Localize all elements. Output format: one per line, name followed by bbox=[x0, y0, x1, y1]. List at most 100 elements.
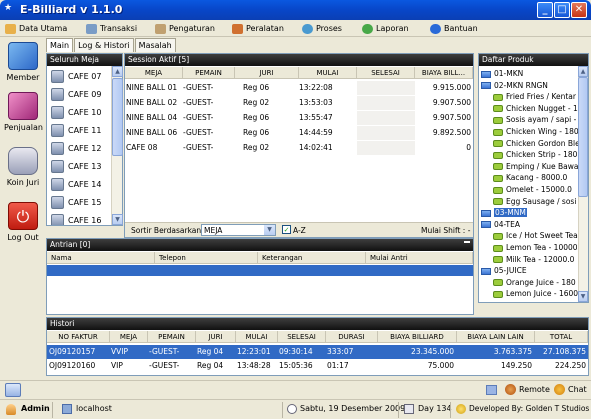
produk-item[interactable]: Chicken Gordon Ble bbox=[493, 138, 580, 150]
produk-item[interactable]: Chicken Wing - 180 bbox=[493, 126, 579, 138]
histori-panel-header: Histori bbox=[47, 318, 588, 330]
sidebar-penjualan-button[interactable]: Penjualan bbox=[4, 92, 43, 132]
session-col-mulai[interactable]: MULAI bbox=[299, 67, 357, 79]
antrian-col-nama[interactable]: Nama bbox=[47, 252, 155, 264]
antrian-col-keterangan[interactable]: Keterangan bbox=[258, 252, 366, 264]
meja-item[interactable]: CAFE 12 bbox=[49, 140, 117, 157]
session-col-meja[interactable]: MEJA bbox=[125, 67, 183, 79]
meja-item[interactable]: CAFE 11 bbox=[49, 122, 117, 139]
menu-laporan[interactable]: Laporan bbox=[362, 22, 409, 35]
produk-category[interactable]: 03-MNM bbox=[481, 207, 527, 219]
scroll-up-arrow-icon[interactable]: ▲ bbox=[578, 66, 588, 77]
produk-category[interactable]: 01-MKN bbox=[481, 68, 523, 80]
produk-scrollbar[interactable]: ▲ ▼ bbox=[578, 66, 588, 302]
menu-data-utama[interactable]: Data Utama bbox=[5, 22, 67, 35]
table-row[interactable]: NINE BALL 02 -GUEST- Reg 02 13:53:03 9.9… bbox=[125, 96, 473, 111]
minimize-button[interactable]: _ bbox=[537, 2, 553, 18]
meja-item[interactable]: CAFE 15 bbox=[49, 194, 117, 211]
sidebar-logout-button[interactable]: ⏻ Log Out bbox=[4, 202, 42, 242]
produk-item[interactable]: Omelet - 15000.0 bbox=[493, 184, 572, 196]
sort-select[interactable]: MEJA ▼ bbox=[201, 224, 276, 236]
histori-col-biaya-lain[interactable]: BIAYA LAIN LAIN bbox=[457, 331, 535, 343]
session-col-biaya[interactable]: BIAYA BILL... bbox=[415, 67, 473, 79]
envelope-icon[interactable] bbox=[486, 385, 497, 395]
meja-item[interactable]: CAFE 14 bbox=[49, 176, 117, 193]
maximize-button[interactable]: □ bbox=[554, 2, 570, 18]
status-divider bbox=[52, 402, 53, 418]
menu-bar: Data Utama Transaksi Pengaturan Peralata… bbox=[0, 20, 591, 37]
menu-peralatan[interactable]: Peralatan bbox=[232, 22, 284, 35]
table-row[interactable]: NINE BALL 01 -GUEST- Reg 06 13:22:08 9.9… bbox=[125, 81, 473, 96]
sidebar-member-button[interactable]: Member bbox=[4, 42, 42, 82]
histori-col-meja[interactable]: MEJA bbox=[110, 331, 148, 343]
produk-category[interactable]: 04-TEA bbox=[481, 219, 520, 231]
tab-main[interactable]: Main bbox=[46, 38, 74, 52]
produk-category[interactable]: 05-JUICE bbox=[481, 265, 527, 277]
produk-item[interactable]: Ice / Hot Sweet Tea bbox=[493, 230, 578, 242]
table-row[interactable]: OJ09120157 VVIP -GUEST- Reg 04 12:23:01 … bbox=[47, 345, 588, 359]
close-button[interactable]: ✕ bbox=[571, 2, 587, 18]
produk-item[interactable]: Chicken Nugget - 1 bbox=[493, 103, 578, 115]
meja-item[interactable]: CAFE 09 bbox=[49, 86, 117, 103]
meja-item[interactable]: CAFE 07 bbox=[49, 68, 117, 85]
chevron-down-icon[interactable]: ▼ bbox=[264, 225, 275, 235]
produk-item[interactable]: Orange Juice - 180 bbox=[493, 277, 576, 289]
sidebar-koin-juri-button[interactable]: Koin Juri bbox=[4, 147, 42, 187]
produk-item[interactable]: Lemon Juice - 1600 bbox=[493, 288, 578, 300]
produk-item[interactable]: Milk Tea - 12000.0 bbox=[493, 254, 574, 266]
histori-col-total[interactable]: TOTAL bbox=[535, 331, 588, 343]
window-icon[interactable] bbox=[5, 383, 21, 397]
produk-item[interactable]: Chicken Strip - 180 bbox=[493, 149, 577, 161]
meja-item[interactable]: CAFE 10 bbox=[49, 104, 117, 121]
meja-item[interactable]: CAFE 16 bbox=[49, 212, 117, 225]
scroll-thumb[interactable] bbox=[112, 78, 123, 156]
produk-item[interactable]: Lemon Tea - 10000 bbox=[493, 242, 578, 254]
histori-col-durasi[interactable]: DURASI bbox=[326, 331, 378, 343]
histori-col-no-faktur[interactable]: NO FAKTUR bbox=[47, 331, 110, 343]
antrian-panel: Antrian [0] Nama Telepon Keterangan Mula… bbox=[46, 238, 474, 315]
produk-category[interactable]: 02-MKN RNGN bbox=[481, 80, 548, 92]
histori-col-selesai[interactable]: SELESAI bbox=[278, 331, 326, 343]
histori-col-mulai[interactable]: MULAI bbox=[236, 331, 278, 343]
chat-button[interactable]: Chat bbox=[568, 385, 587, 394]
antrian-selected-row[interactable] bbox=[47, 265, 473, 276]
meja-scrollbar[interactable]: ▲ ▼ bbox=[111, 66, 123, 225]
menu-pengaturan[interactable]: Pengaturan bbox=[155, 22, 215, 35]
table-row[interactable]: CAFE 08 -GUEST- Reg 02 14:02:41 0 bbox=[125, 141, 473, 156]
produk-item[interactable]: Emping / Kue Bawa bbox=[493, 161, 578, 173]
produk-item[interactable]: Egg Sausage / sosi bbox=[493, 196, 576, 208]
tab-masalah[interactable]: Masalah bbox=[134, 38, 176, 52]
menu-bantuan[interactable]: Bantuan bbox=[430, 22, 478, 35]
produk-item[interactable]: Fried Fries / Kentar bbox=[493, 91, 576, 103]
scroll-up-arrow-icon[interactable]: ▲ bbox=[112, 66, 123, 77]
produk-item[interactable]: Kacang - 8000.0 bbox=[493, 172, 567, 184]
developer-icon bbox=[456, 404, 466, 414]
session-col-juri[interactable]: JURI bbox=[235, 67, 299, 79]
scroll-down-arrow-icon[interactable]: ▼ bbox=[112, 214, 123, 225]
status-day: Day 134 bbox=[418, 404, 452, 413]
table-row[interactable]: OJ09120160 VIP -GUEST- Reg 04 13:48:28 1… bbox=[47, 359, 588, 373]
scroll-down-arrow-icon[interactable]: ▼ bbox=[578, 291, 588, 302]
histori-col-biaya-billiard[interactable]: BIAYA BILLIARD bbox=[378, 331, 457, 343]
antrian-col-mulai-antri[interactable]: Mulai Antri bbox=[366, 252, 473, 264]
session-col-pemain[interactable]: PEMAIN bbox=[183, 67, 235, 79]
az-checkbox[interactable]: ✓ bbox=[282, 225, 291, 234]
collapse-icon[interactable] bbox=[464, 241, 470, 243]
session-col-selesai[interactable]: SELESAI bbox=[357, 67, 415, 79]
remote-button[interactable]: Remote bbox=[519, 385, 550, 394]
produk-item[interactable]: Sosis ayam / sapi - bbox=[493, 114, 576, 126]
tab-log-histori[interactable]: Log & Histori bbox=[74, 38, 134, 52]
status-divider bbox=[450, 402, 451, 418]
meja-item[interactable]: CAFE 13 bbox=[49, 158, 117, 175]
product-icon bbox=[493, 105, 503, 113]
antrian-col-telepon[interactable]: Telepon bbox=[155, 252, 258, 264]
menu-transaksi[interactable]: Transaksi bbox=[86, 22, 137, 35]
histori-col-juri[interactable]: JURI bbox=[196, 331, 236, 343]
scroll-thumb[interactable] bbox=[578, 77, 588, 197]
table-icon bbox=[51, 106, 64, 119]
table-row[interactable]: NINE BALL 04 -GUEST- Reg 06 13:55:47 9.9… bbox=[125, 111, 473, 126]
product-icon bbox=[493, 116, 503, 124]
table-row[interactable]: NINE BALL 06 -GUEST- Reg 06 14:44:59 9.8… bbox=[125, 126, 473, 141]
histori-col-pemain[interactable]: PEMAIN bbox=[148, 331, 196, 343]
menu-proses[interactable]: Proses bbox=[302, 22, 342, 35]
